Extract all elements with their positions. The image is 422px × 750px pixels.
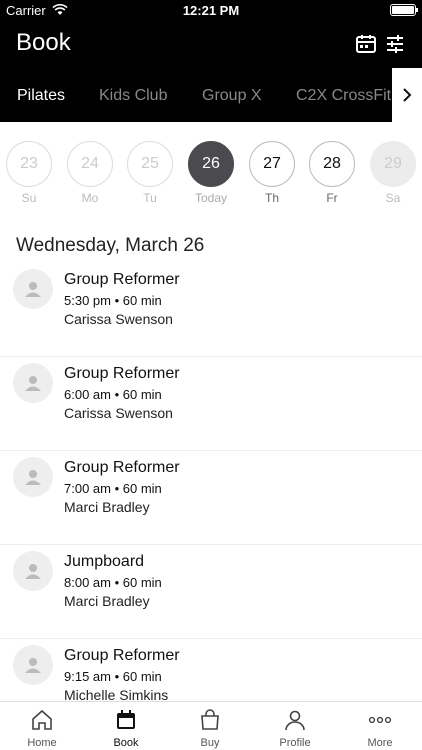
nav-label: Profile — [279, 737, 311, 749]
date-weekday: Tu — [143, 191, 157, 205]
class-instructor: Michelle Simkins — [64, 687, 169, 701]
date-number: 29 — [370, 141, 416, 187]
clock: 12:21 PM — [182, 3, 240, 18]
date-weekday: Fr — [326, 191, 338, 205]
profile-icon — [285, 710, 305, 731]
date-25[interactable]: 25 Tu — [126, 141, 174, 205]
date-weekday: Su — [21, 191, 37, 205]
tab-c2x-crossfit[interactable]: C2X CrossFit — [296, 87, 391, 105]
date-weekday: Today — [194, 191, 228, 205]
nav-label: Book — [113, 737, 139, 749]
list-item[interactable]: Group Reformer 7:00 am • 60 min Marci Br… — [0, 451, 422, 545]
date-number: 25 — [127, 141, 173, 187]
nav-label: Buy — [200, 737, 220, 749]
class-time: 8:00 am • 60 min — [64, 575, 162, 590]
nav-buy[interactable]: Buy — [168, 702, 252, 750]
day-heading: Wednesday, March 26 — [16, 235, 205, 256]
date-29[interactable]: 29 Sa — [369, 141, 417, 205]
filter-icon[interactable] — [383, 32, 407, 56]
more-icon — [368, 716, 392, 724]
class-name: Group Reformer — [64, 271, 180, 288]
class-time: 6:00 am • 60 min — [64, 387, 162, 402]
class-name: Jumpboard — [64, 553, 145, 570]
date-28[interactable]: 28 Fr — [308, 141, 356, 205]
app-header: Book — [0, 20, 422, 68]
date-number: 26 — [188, 141, 234, 187]
date-strip: 23 Su 24 Mo 25 Tu 26 Today 27 Th 28 Fr 2… — [0, 122, 422, 212]
status-bar: Carrier 12:21 PM — [0, 0, 422, 20]
avatar — [13, 457, 53, 497]
date-weekday: Th — [264, 191, 279, 205]
class-instructor: Marci Bradley — [64, 593, 150, 609]
nav-label: More — [367, 737, 393, 749]
date-24[interactable]: 24 Mo — [66, 141, 114, 205]
class-instructor: Marci Bradley — [64, 499, 150, 515]
person-icon — [25, 376, 41, 391]
avatar — [13, 645, 53, 685]
category-tabs: Pilates Kids Club Group X C2X CrossFit — [0, 68, 422, 122]
date-number: 27 — [249, 141, 295, 187]
avatar — [13, 363, 53, 403]
bag-icon — [201, 709, 219, 730]
page-title: Book — [16, 29, 71, 56]
class-name: Group Reformer — [64, 365, 180, 382]
bottom-nav: Home Book Buy Profile More — [0, 701, 422, 750]
class-instructor: Carissa Swenson — [64, 405, 173, 421]
more-tabs-button[interactable] — [392, 68, 422, 122]
list-item[interactable]: Group Reformer 5:30 pm • 60 min Carissa … — [0, 263, 422, 357]
class-name: Group Reformer — [64, 647, 180, 664]
list-item[interactable]: Jumpboard 8:00 am • 60 min Marci Bradley — [0, 545, 422, 639]
calendar-icon — [117, 710, 135, 729]
person-icon — [25, 658, 41, 673]
nav-label: Home — [27, 737, 57, 749]
person-icon — [25, 564, 41, 579]
nav-book[interactable]: Book — [84, 702, 168, 750]
person-icon — [25, 282, 41, 297]
date-27[interactable]: 27 Th — [248, 141, 296, 205]
chevron-right-icon — [403, 88, 412, 102]
nav-home[interactable]: Home — [0, 702, 84, 750]
list-item[interactable]: Group Reformer 6:00 am • 60 min Carissa … — [0, 357, 422, 451]
battery-icon — [390, 4, 418, 16]
avatar — [13, 269, 53, 309]
nav-more[interactable]: More — [338, 702, 422, 750]
class-list: Group Reformer 5:30 pm • 60 min Carissa … — [0, 263, 422, 701]
date-23[interactable]: 23 Su — [5, 141, 53, 205]
class-time: 7:00 am • 60 min — [64, 481, 162, 496]
class-time: 5:30 pm • 60 min — [64, 293, 162, 308]
date-weekday: Mo — [81, 191, 99, 205]
nav-profile[interactable]: Profile — [253, 702, 337, 750]
class-instructor: Carissa Swenson — [64, 311, 173, 327]
class-name: Group Reformer — [64, 459, 180, 476]
calendar-icon[interactable] — [354, 32, 378, 56]
tab-group-x[interactable]: Group X — [202, 87, 262, 105]
person-icon — [25, 470, 41, 485]
date-number: 23 — [6, 141, 52, 187]
avatar — [13, 551, 53, 591]
date-number: 24 — [67, 141, 113, 187]
date-26-selected[interactable]: 26 Today — [187, 141, 235, 205]
tab-pilates[interactable]: Pilates — [17, 87, 65, 105]
list-item[interactable]: Group Reformer 9:15 am • 60 min Michelle… — [0, 639, 422, 701]
home-icon — [32, 709, 52, 730]
tab-kids-club[interactable]: Kids Club — [99, 87, 167, 105]
date-number: 28 — [309, 141, 355, 187]
class-time: 9:15 am • 60 min — [64, 669, 162, 684]
date-weekday: Sa — [385, 191, 401, 205]
